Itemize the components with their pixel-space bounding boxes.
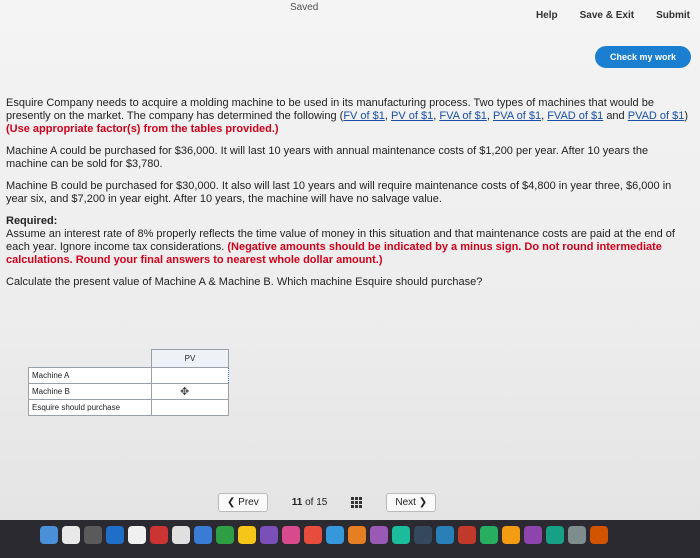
link-pvad[interactable]: PVAD of $1 [628, 110, 685, 122]
chevron-right-icon: ❯ [418, 497, 428, 508]
machine-a-paragraph: Machine A could be purchased for $36,000… [6, 145, 649, 170]
check-my-work-button[interactable]: Check my work [595, 46, 691, 68]
pv-column-header: PV [151, 349, 229, 368]
page-indicator: 11 of 15 [291, 497, 328, 508]
question-text: Calculate the present value of Machine A… [6, 276, 483, 288]
dock-app-icon[interactable] [304, 526, 322, 544]
dock-app-icon[interactable] [106, 526, 124, 544]
grid-icon[interactable] [351, 497, 363, 508]
table-row: Machine B ✥ [28, 383, 229, 400]
dock-app-icon[interactable] [480, 526, 498, 544]
save-exit-button[interactable]: Save & Exit [580, 10, 634, 21]
dock-app-icon[interactable] [392, 526, 410, 544]
link-pv[interactable]: PV of $1 [391, 110, 433, 122]
dock-app-icon[interactable] [40, 526, 58, 544]
row-label-machine-b: Machine B [28, 383, 152, 400]
dock-app-icon[interactable] [194, 526, 212, 544]
link-fv[interactable]: FV of $1 [343, 110, 385, 122]
dock-app-icon[interactable] [216, 526, 234, 544]
answer-table: PV Machine A Machine B ✥ Esquire should … [28, 349, 229, 416]
dock-app-icon[interactable] [62, 526, 80, 544]
dock-app-icon[interactable] [502, 526, 520, 544]
row-label-purchase: Esquire should purchase [28, 399, 152, 416]
required-label: Required: [6, 215, 58, 227]
help-button[interactable]: Help [536, 10, 558, 21]
dock-app-icon[interactable] [84, 526, 102, 544]
prev-button[interactable]: ❮ Prev [218, 493, 268, 512]
factor-note: (Use appropriate factor(s) from the tabl… [6, 123, 279, 135]
machine-a-pv-input[interactable] [151, 367, 229, 384]
cursor-icon: ✥ [180, 386, 190, 398]
saved-status: Saved [290, 2, 319, 13]
dock-app-icon[interactable] [436, 526, 454, 544]
screen: Saved Help Save & Exit Submit Check my w… [0, 0, 700, 520]
purchase-select[interactable] [151, 399, 229, 416]
dock-app-icon[interactable] [590, 526, 608, 544]
dock-app-icon[interactable] [458, 526, 476, 544]
dock-app-icon[interactable] [150, 526, 168, 544]
dock-app-icon[interactable] [568, 526, 586, 544]
link-fvad[interactable]: FVAD of $1 [547, 110, 603, 122]
required-paragraph: Required: Assume an interest rate of 8% … [6, 215, 675, 266]
machine-b-pv-input[interactable]: ✥ [151, 383, 229, 400]
dock-app-icon[interactable] [370, 526, 388, 544]
submit-button[interactable]: Submit [656, 10, 690, 21]
chevron-left-icon: ❮ [227, 497, 236, 508]
dock-app-icon[interactable] [172, 526, 190, 544]
row-label-machine-a: Machine A [28, 367, 152, 384]
top-toolbar: Help Save & Exit Submit [536, 10, 690, 21]
problem-content: Esquire Company needs to acquire a moldi… [6, 97, 692, 298]
machine-b-paragraph: Machine B could be purchased for $30,000… [6, 180, 672, 205]
dock-app-icon[interactable] [238, 526, 256, 544]
table-row: Esquire should purchase [28, 399, 229, 416]
dock-apps [40, 526, 608, 544]
link-pva[interactable]: PVA of $1 [493, 110, 541, 122]
dock-app-icon[interactable] [414, 526, 432, 544]
dock-app-icon[interactable] [546, 526, 564, 544]
dock-app-icon[interactable] [326, 526, 344, 544]
dock-app-icon[interactable] [282, 526, 300, 544]
dock-app-icon[interactable] [260, 526, 278, 544]
dock-app-icon[interactable] [348, 526, 366, 544]
os-dock [0, 520, 700, 558]
link-fva[interactable]: FVA of $1 [439, 110, 487, 122]
table-row: Machine A [28, 367, 229, 384]
dock-app-icon[interactable] [128, 526, 146, 544]
dock-app-icon[interactable] [524, 526, 542, 544]
next-button[interactable]: Next ❯ [386, 493, 437, 512]
question-navigation: ❮ Prev 11 of 15 Next ❯ [218, 493, 437, 512]
intro-paragraph: Esquire Company needs to acquire a moldi… [6, 97, 689, 135]
